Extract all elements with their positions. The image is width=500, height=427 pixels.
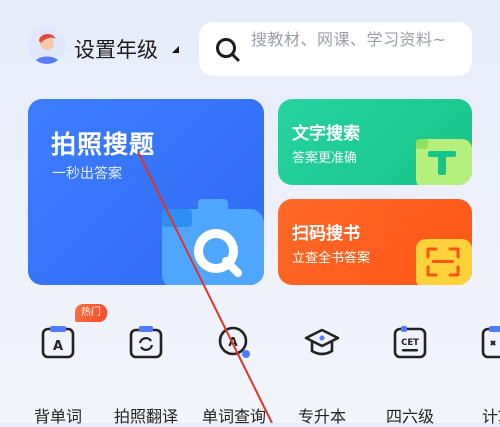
scan-frame-icon: [416, 239, 472, 285]
svg-text:CET: CET: [401, 338, 419, 348]
avatar[interactable]: [28, 26, 66, 64]
scan-book-title: 扫码搜书: [292, 224, 360, 244]
text-search-card[interactable]: 文字搜索 答案更准确: [278, 99, 472, 185]
word-card-icon: A: [41, 326, 75, 359]
tool-word-lookup[interactable]: A 单词查询: [189, 320, 279, 426]
word-lookup-icon: A: [218, 326, 250, 358]
tools-row: A 背单词 拍照翻译 A 单词查询 专升本 CET 四六级 计: [0, 300, 500, 426]
set-grade-label[interactable]: 设置年级: [74, 34, 158, 64]
scan-book-subtitle: 立查全书答案: [292, 251, 371, 266]
tool-label: 计算: [481, 407, 500, 426]
cet-icon: CET: [393, 326, 427, 359]
user-avatar-icon: [28, 26, 66, 64]
tool-word-memorize[interactable]: A 背单词: [13, 320, 103, 426]
graduation-cap-icon: [304, 328, 340, 356]
photo-translate-icon: [129, 326, 163, 359]
tool-label: 专升本: [297, 407, 346, 426]
tool-label: 四六级: [385, 407, 434, 426]
photo-search-card[interactable]: 拍照搜题 一秒出答案: [28, 99, 264, 285]
tool-label: 拍照翻译: [113, 407, 178, 426]
camera-icon: [162, 199, 264, 285]
svg-text:A: A: [228, 335, 238, 349]
svg-text:A: A: [53, 339, 63, 354]
search-box[interactable]: 搜教材、网课、学习资料~: [199, 22, 472, 76]
photo-search-title: 拍照搜题: [51, 130, 156, 159]
search-icon: [216, 38, 240, 62]
tool-label: 背单词: [33, 407, 82, 426]
text-t-icon: [416, 139, 472, 185]
tool-cet[interactable]: CET 四六级: [365, 320, 455, 426]
tool-photo-translate[interactable]: 拍照翻译: [101, 320, 191, 426]
photo-search-subtitle: 一秒出答案: [52, 166, 122, 182]
tool-calculate[interactable]: 计算: [453, 320, 500, 426]
tool-label: 单词查询: [201, 407, 266, 426]
top-bar: 设置年级 搜教材、网课、学习资料~: [0, 0, 500, 95]
text-search-subtitle: 答案更准确: [292, 151, 358, 166]
scan-book-card[interactable]: 扫码搜书 立查全书答案: [278, 199, 472, 285]
search-placeholder: 搜教材、网课、学习资料~: [251, 30, 447, 49]
calculator-icon: [481, 326, 500, 359]
text-search-title: 文字搜索: [292, 124, 360, 144]
grade-dropdown-icon[interactable]: [172, 46, 179, 53]
tool-upgrade-degree[interactable]: 专升本: [277, 320, 367, 426]
